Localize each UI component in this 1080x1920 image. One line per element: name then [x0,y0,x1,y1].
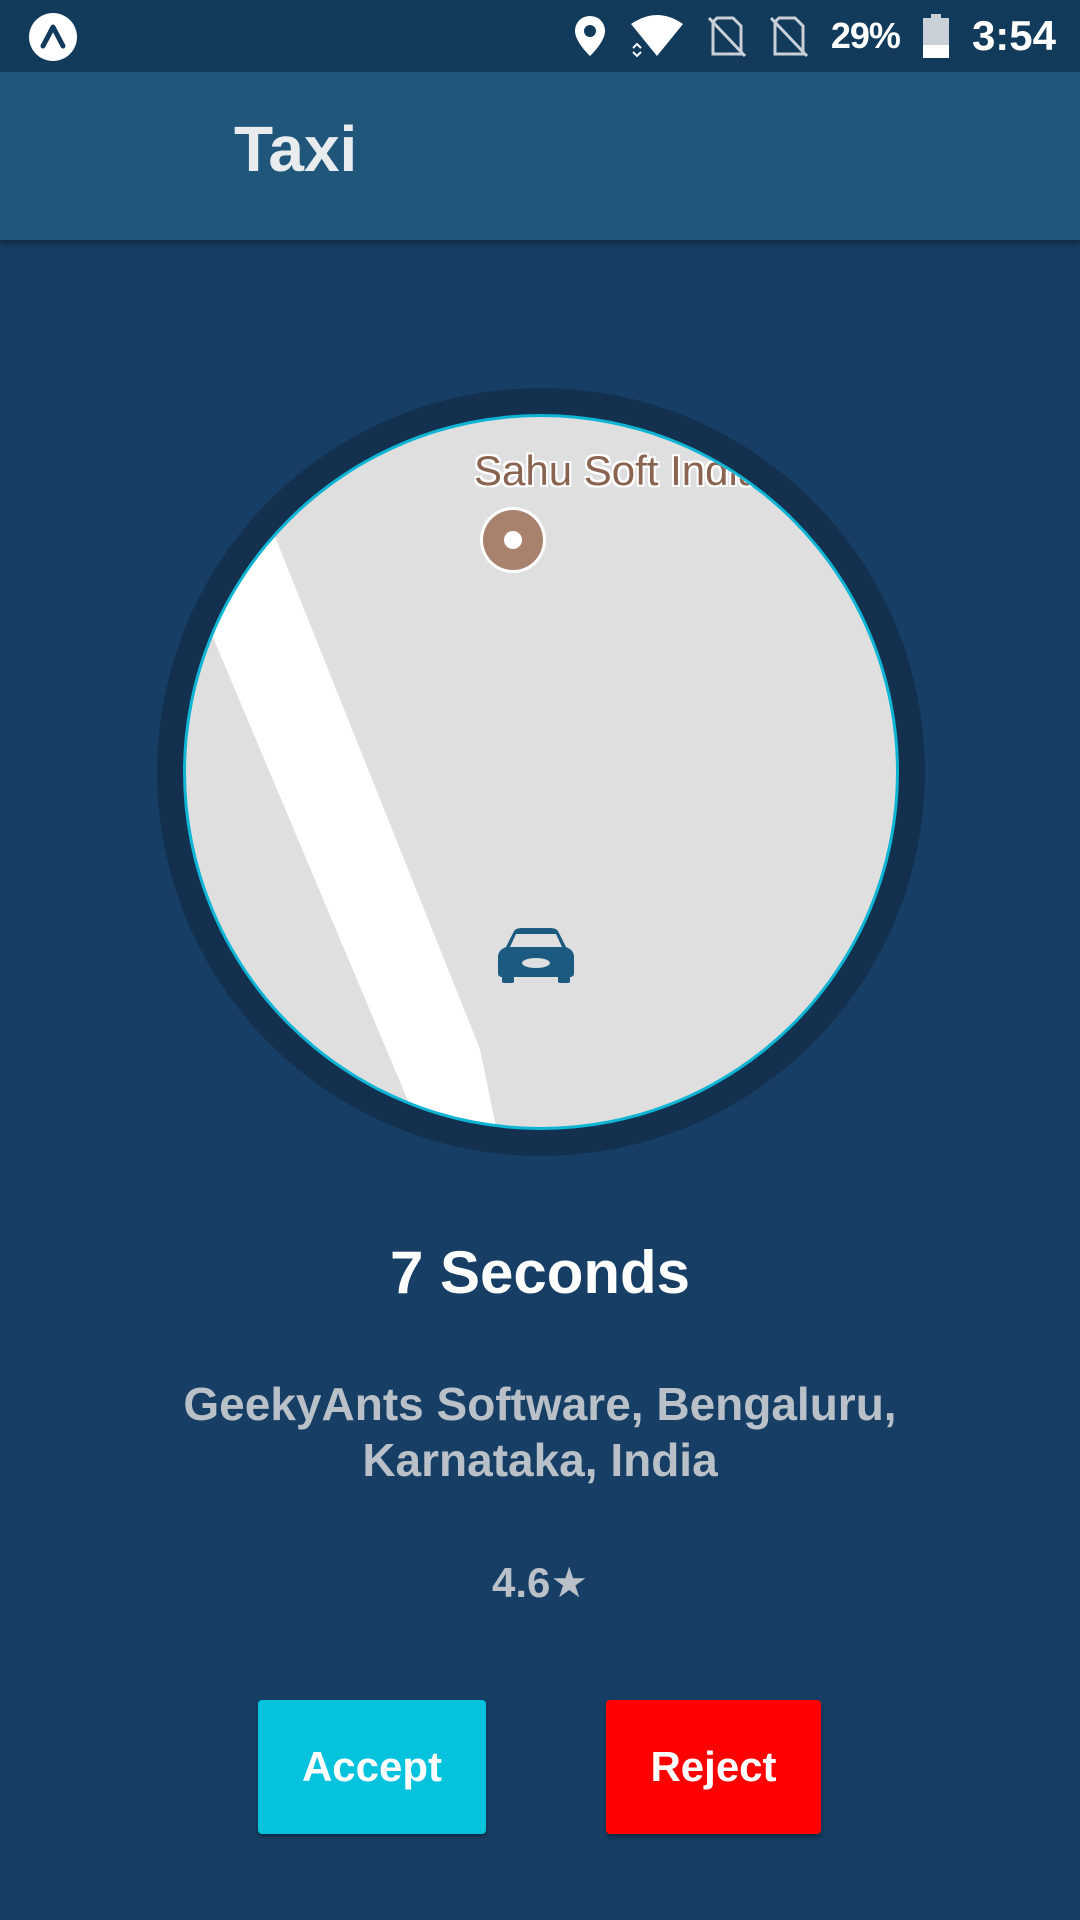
place-label: Sahu Soft India [474,447,762,494]
address-line-2: Karnataka, India [362,1434,718,1486]
car-icon[interactable] [498,927,574,983]
expo-icon [29,13,77,61]
no-sim-icon [707,16,746,58]
battery-icon [922,14,949,58]
accept-button-label: Accept [301,1743,443,1790]
page-title: Taxi [234,113,358,185]
app-bar: Taxi [0,72,1080,240]
location-icon [574,16,605,56]
reject-button-label: Reject [650,1743,777,1790]
battery-percent: 29% [830,15,901,56]
reject-button[interactable]: Reject [606,1700,821,1834]
status-bar: 29% 3:54 [0,0,1080,72]
place-pin-icon[interactable] [483,510,543,570]
map-view[interactable]: Sahu Soft India [186,417,896,1127]
pickup-address: GeekyAnts Software, Bengaluru, Karnataka… [140,1376,940,1488]
rider-rating: 4.6★ [491,1559,589,1606]
status-icons: 29% 3:54 [573,0,1056,72]
map-road [196,509,496,1127]
countdown-timer: 7 Seconds [389,1239,691,1306]
address-line-1: GeekyAnts Software, Bengaluru, [183,1378,897,1430]
clock: 3:54 [971,12,1056,59]
no-sim-icon [769,16,808,58]
accept-button[interactable]: Accept [258,1700,486,1834]
wifi-icon [630,15,683,58]
